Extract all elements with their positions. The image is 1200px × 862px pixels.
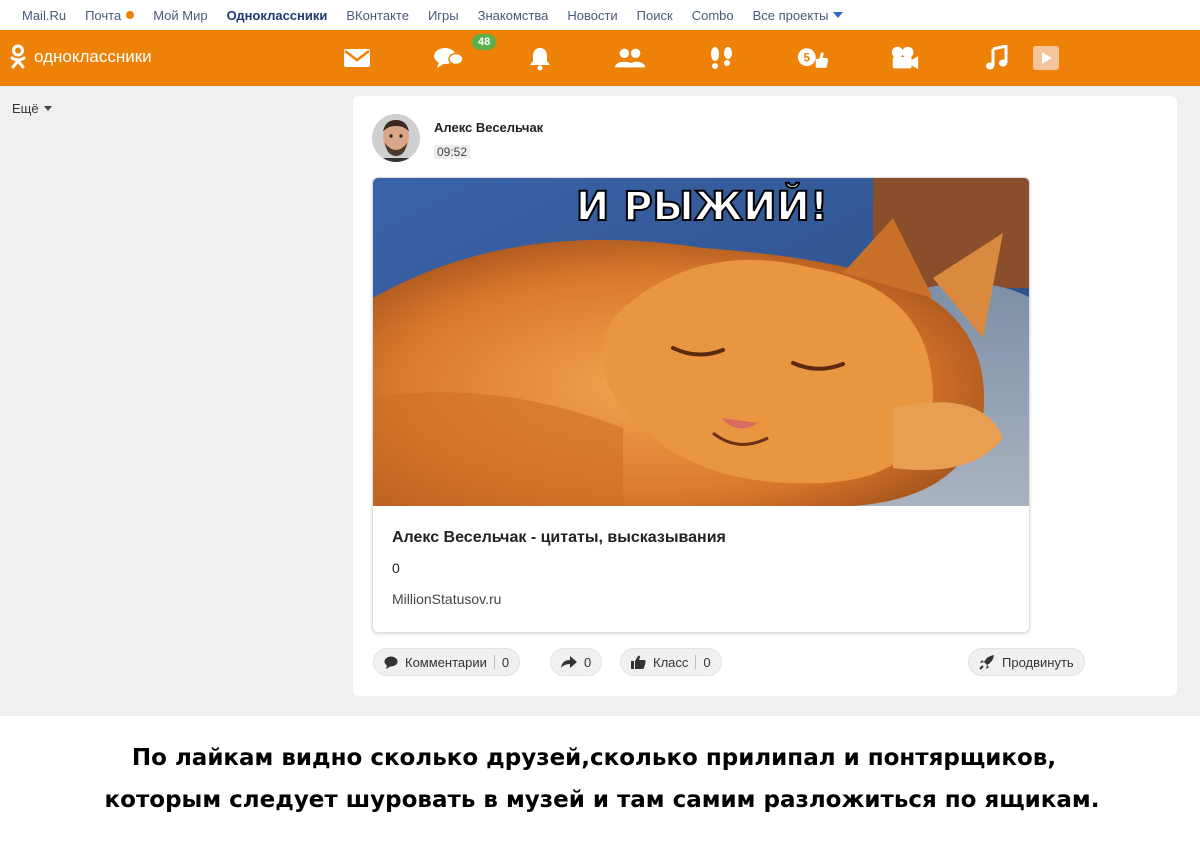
link-domain[interactable]: MillionStatusov.ru <box>392 591 501 607</box>
comment-icon <box>384 656 398 669</box>
play-icon[interactable] <box>1030 44 1062 72</box>
portal-bar: Mail.Ru Почта Мой Мир Одноклассники ВКон… <box>0 0 1200 30</box>
portal-link-vk[interactable]: ВКонтакте <box>346 8 409 23</box>
rocket-icon <box>979 654 995 670</box>
left-sidebar <box>0 86 352 716</box>
friends-icon[interactable] <box>614 44 646 72</box>
divider <box>695 655 697 669</box>
portal-link-games[interactable]: Игры <box>428 8 459 23</box>
post-timestamp: 09:52 <box>434 145 471 159</box>
post-author-name[interactable]: Алекс Весельчак <box>434 120 543 135</box>
events-icon[interactable]: 5 <box>797 44 829 72</box>
promote-label: Продвинуть <box>1002 654 1074 670</box>
caption-line-2: которым следует шуровать в музей и там с… <box>104 787 1100 813</box>
main-header: одноклассники 5 48 <box>0 30 1200 86</box>
share-arrow-icon <box>561 656 577 668</box>
svg-text:5: 5 <box>804 53 811 65</box>
more-menu-button[interactable]: Ещё <box>12 101 52 116</box>
portal-link-mail[interactable]: Почта <box>85 7 135 23</box>
comments-count: 0 <box>501 654 510 670</box>
share-button[interactable]: 0 <box>550 648 603 676</box>
mail-icon[interactable] <box>341 44 373 72</box>
messages-count-badge: 48 <box>472 34 497 50</box>
like-count: 0 <box>703 654 711 670</box>
portal-link-news[interactable]: Новости <box>567 8 617 23</box>
portal-link-search[interactable]: Поиск <box>637 8 673 23</box>
unread-dot-icon <box>126 11 135 19</box>
more-menu-label: Ещё <box>12 101 39 116</box>
link-title[interactable]: Алекс Весельчак - цитаты, высказывания <box>392 529 726 547</box>
portal-link-ok[interactable]: Одноклассники <box>227 8 328 23</box>
bell-icon[interactable] <box>524 44 556 72</box>
portal-link-dating[interactable]: Знакомства <box>478 8 549 23</box>
ok-logo[interactable]: одноклассники <box>8 44 152 70</box>
chevron-down-icon <box>43 106 52 111</box>
portal-link-all-projects[interactable]: Все проекты <box>753 8 843 23</box>
chat-icon[interactable] <box>433 44 465 72</box>
promote-button[interactable]: Продвинуть <box>968 648 1085 676</box>
thumbs-up-icon <box>631 655 646 669</box>
avatar[interactable] <box>372 114 420 162</box>
like-button[interactable]: Класс 0 <box>620 648 722 676</box>
video-icon[interactable] <box>889 44 921 72</box>
link-preview-card[interactable]: И РЫЖИЙ! <box>372 177 1030 633</box>
chevron-down-icon <box>832 12 843 18</box>
portal-link-mailru[interactable]: Mail.Ru <box>22 8 66 23</box>
guests-icon[interactable] <box>706 44 738 72</box>
comments-label: Комментарии <box>405 654 487 670</box>
divider <box>493 655 495 669</box>
share-count: 0 <box>584 654 592 670</box>
ok-logo-icon <box>10 44 26 69</box>
portal-link-combo[interactable]: Combo <box>692 8 734 23</box>
author-avatar-image <box>372 114 420 162</box>
cat-image: И РЫЖИЙ! <box>373 178 1029 506</box>
logo-text: одноклассники <box>34 47 152 66</box>
caption-line-1: По лайкам видно сколько друзей,сколько п… <box>131 745 1057 771</box>
music-icon[interactable] <box>981 44 1013 72</box>
portal-link-all-projects-label: Все проекты <box>752 7 829 23</box>
image-caption-text: И РЫЖИЙ! <box>576 182 828 230</box>
portal-link-mail-label: Почта <box>85 7 122 23</box>
like-label: Класс <box>653 654 689 670</box>
link-count: 0 <box>392 560 400 576</box>
portal-link-mymir[interactable]: Мой Мир <box>153 8 207 23</box>
comments-button[interactable]: Комментарии 0 <box>373 648 521 676</box>
